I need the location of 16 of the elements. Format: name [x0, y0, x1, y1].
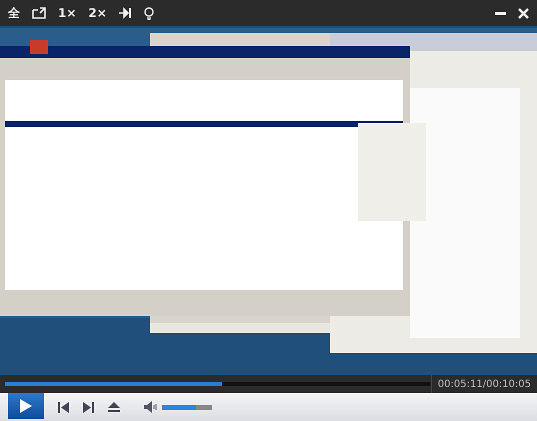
popout-icon[interactable] [32, 7, 46, 19]
pin-icon[interactable] [118, 7, 132, 19]
size-2x-button[interactable]: 2× [88, 6, 107, 20]
lightbulb-icon[interactable] [144, 6, 154, 20]
volume-slider[interactable] [162, 404, 212, 410]
previous-icon[interactable] [58, 402, 69, 412]
next-icon[interactable] [83, 402, 94, 412]
speaker-icon[interactable] [144, 401, 158, 413]
minimize-icon[interactable] [495, 12, 506, 14]
fullscreen-button[interactable]: 全 [8, 4, 20, 22]
close-icon[interactable] [518, 8, 529, 18]
play-button[interactable] [8, 393, 44, 419]
eject-icon[interactable] [108, 402, 120, 412]
size-1x-button[interactable]: 1× [58, 6, 76, 20]
play-icon [19, 398, 33, 414]
progress-bar[interactable] [5, 382, 430, 386]
